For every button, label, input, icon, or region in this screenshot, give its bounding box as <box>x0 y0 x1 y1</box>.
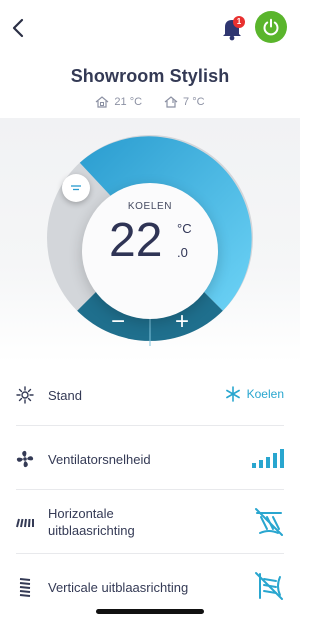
setting-label: Ventilatorsnelheid <box>48 452 151 467</box>
increase-temperature-button[interactable]: + <box>152 300 212 344</box>
setpoint-unit: °C <box>177 221 192 236</box>
setting-label: Horizontale uitblaasrichting <box>48 506 135 538</box>
home-indicator <box>96 609 204 614</box>
menu-lines-icon <box>71 185 81 191</box>
setting-value-mode: Koelen <box>225 386 284 402</box>
fan-speed-bars-icon <box>252 449 284 468</box>
horizontal-louver-icon <box>16 518 34 528</box>
vertical-swing-icon <box>255 572 283 600</box>
fan-icon <box>16 450 34 468</box>
decrease-temperature-button[interactable]: − <box>88 300 148 344</box>
snowflake-icon <box>225 386 240 402</box>
mode-icon <box>16 386 34 404</box>
temperature-display: KOELEN 22 °C .0 <box>82 183 218 319</box>
setting-label: Stand <box>48 388 82 403</box>
setting-row-horizontal-louver[interactable]: Horizontale uitblaasrichting <box>0 490 300 554</box>
mode-label: KOELEN <box>127 201 173 212</box>
mode-value: Koelen <box>246 387 284 401</box>
vertical-louver-icon <box>19 578 31 597</box>
setting-row-mode[interactable]: Stand Koelen <box>0 362 300 426</box>
dial-handle[interactable] <box>62 174 90 202</box>
setpoint-decimal: .0 <box>177 245 188 260</box>
setting-row-fan-speed[interactable]: Ventilatorsnelheid <box>0 426 300 490</box>
setpoint-integer: 22 <box>109 214 163 267</box>
setting-label: Verticale uitblaasrichting <box>48 580 189 595</box>
louver-swing-icon <box>255 508 283 536</box>
